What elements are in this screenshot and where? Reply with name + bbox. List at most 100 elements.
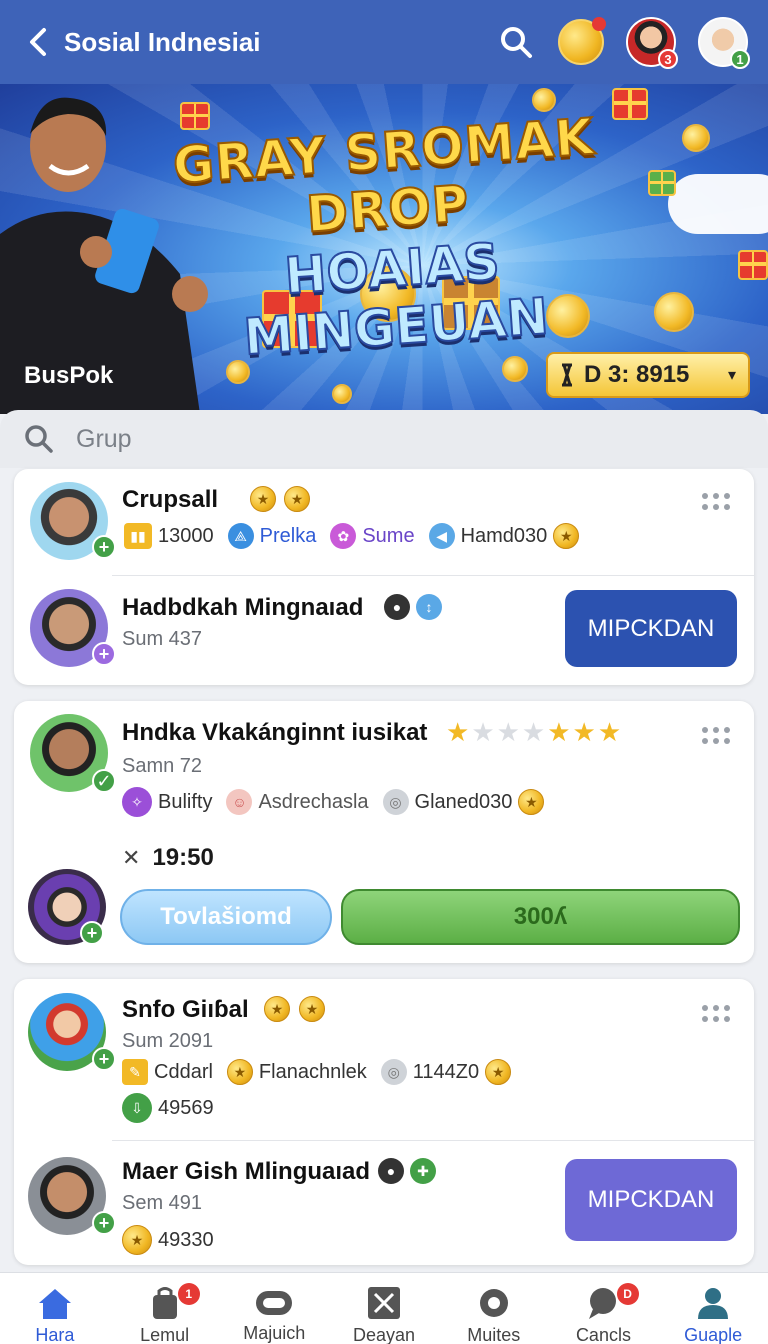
stat-value: Cddarl [154,1060,213,1083]
coin-icon [332,384,352,404]
chevron-down-icon: ▾ [727,367,736,384]
tab-label: Hara [35,1325,75,1344]
member-avatar-icon: ● [384,594,410,620]
tab-cancls[interactable]: D Cancls [549,1273,659,1344]
timer-row: ✕ 19:50 [122,844,214,872]
bars-icon: ▮▮ [124,523,152,549]
group-name: Hadbdkah Mingnaıad [122,594,364,621]
tab-profile[interactable]: Guaple [658,1273,768,1344]
add-friend-icon[interactable]: + [92,535,116,559]
reward-row: ★ 49330 [122,1225,214,1255]
stat-value: Bulifty [158,790,213,813]
back-button[interactable] [20,24,56,60]
friend-avatar-2[interactable]: 1 [698,17,750,69]
close-box-icon [364,1285,404,1321]
list-item[interactable]: ✓ Hndka Vkakánginnt iusikat ★★★★★★★ Samn… [14,701,754,963]
tab-label: Cancls [575,1325,631,1344]
reward-row: ⇩ 49569 [122,1093,214,1123]
notification-badge: D [616,1283,639,1305]
ring-icon: ◎ [382,789,409,815]
coin-icon: ★ [518,789,545,815]
tab-label: Muites [467,1325,521,1344]
page-title: Sosial Indnesiai [64,26,261,57]
coin-icon: ★ [553,523,580,549]
member-count: Sem 491 [122,1192,203,1214]
secondary-action-button[interactable]: Tovlašiomd [120,889,332,945]
promo-banner[interactable]: GRAY SROMAK DROP HOAIAS MINGEUAN BusPok … [0,84,768,414]
more-options-icon[interactable] [702,1005,732,1023]
coin-icon: ★ [284,486,310,512]
group-card: ✓ Hndka Vkakánginnt iusikat ★★★★★★★ Samn… [14,701,754,963]
time-value: 19:50 [152,844,214,871]
group-card: + Snfo Giıɓal ★ ★ Sum 2091 ✎ Cddarl ★ Flan… [14,979,754,1265]
search-button[interactable] [496,22,536,62]
list-item[interactable]: + Crupsall ★ ★ ▮▮ 13000 ⟁ Prelka ✿ Sume ◀ Ha… [14,469,754,575]
coin-icon: ★ [122,1225,152,1255]
tab-label: Majuich [243,1323,306,1343]
coin-icon [654,292,694,332]
home-icon [35,1285,75,1321]
search-input[interactable]: Grup [76,425,132,454]
search-icon [501,27,532,58]
group-name: Snfo Giıɓal [122,996,249,1023]
coin-icon: ★ [299,996,325,1022]
join-button[interactable]: MIPCKDAN [565,590,737,667]
list-item[interactable]: + Hadbdkah Mingnaıad ● ↕ Sum 437 MIPCKDA… [14,576,754,685]
close-x-icon: ✕ [122,845,141,870]
avatar-badge: 1 [730,49,750,69]
group-name: Hndka Vkakánginnt iusikat [122,719,428,746]
plus-badge-icon: ✚ [410,1158,436,1184]
add-friend-icon[interactable]: + [92,1211,116,1235]
gear-icon [474,1285,514,1321]
add-friend-icon[interactable]: + [92,1047,116,1071]
more-options-icon[interactable] [702,493,732,511]
member-count: Samn 72 [122,755,203,777]
coin-icon: ★ [485,1059,512,1085]
shield-icon: ⟁ [227,523,254,549]
countdown-timer[interactable]: D 3: 8915 ▾ [546,352,750,398]
tab-muites[interactable]: Muites [439,1273,549,1344]
tab-label: Guaple [684,1325,743,1344]
friend-avatar-1[interactable]: 3 [626,17,678,69]
hourglass-icon [562,363,572,387]
member-count: Sum 437 [122,628,203,650]
banner-headline: GRAY SROMAK DROP HOAIAS MINGEUAN [142,106,637,373]
face-icon: ☺ [226,789,253,815]
download-badge-icon: ⇩ [122,1093,152,1123]
stat-value: Flanachnlek [258,1060,367,1083]
reward-value: 49569 [158,1096,214,1119]
member-avatar-icon: ● [378,1158,404,1184]
join-button[interactable]: MIPCKDAN [565,1159,737,1241]
group-card: + Crupsall ★ ★ ▮▮ 13000 ⟁ Prelka ✿ Sume ◀ Ha… [14,469,754,685]
coin-icon [682,124,710,152]
group-stats: ✎ Cddarl ★ Flanachnlek ◎ 1144Z0 ★ [122,1059,519,1085]
pencil-icon: ✎ [122,1059,148,1085]
tab-home[interactable]: Hara [0,1273,110,1344]
coin-wallet-button[interactable] [558,17,606,65]
list-item[interactable]: + Maer Gish Mlinguaıad ● ✚ Sem 491 ★ 493… [14,1141,754,1265]
more-options-icon[interactable] [702,727,732,745]
coin-icon [502,356,528,382]
tab-deayan[interactable]: Deayan [329,1273,439,1344]
badge-icon: ✧ [122,787,152,817]
notification-dot [592,17,606,31]
stat-value: Hamd030 [460,524,548,547]
search-icon [25,425,53,453]
tab-lemul[interactable]: 1 Lemul [110,1273,220,1344]
gift-icon [738,250,768,280]
tab-majuich[interactable]: Majuich [219,1273,329,1344]
brand-logo: BusPok [24,362,114,389]
list-item[interactable]: + Snfo Giıɓal ★ ★ Sum 2091 ✎ Cddarl ★ Flan… [14,979,754,1139]
add-friend-icon[interactable]: + [80,921,104,945]
star-rating: ★★★★★★★ [446,717,624,747]
avatar-badge: 3 [658,49,678,69]
bottom-nav: Hara 1 Lemul Majuich Deayan Muites D Can… [0,1272,768,1344]
member-count: Sum 2091 [122,1030,214,1052]
add-friend-icon[interactable]: + [92,642,116,666]
group-name: Maer Gish Mlinguaıad [122,1158,371,1185]
gift-icon [648,170,676,196]
primary-action-button[interactable]: 300ʎ [341,889,740,945]
chevron-left-icon [30,28,46,56]
add-friend-icon[interactable]: ✓ [92,769,116,793]
group-search-bar[interactable]: Grup [0,410,768,468]
